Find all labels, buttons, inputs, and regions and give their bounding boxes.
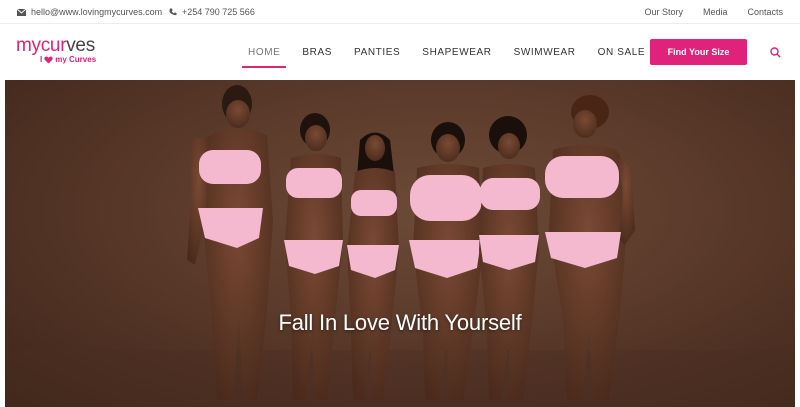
nav-panties[interactable]: PANTIES xyxy=(354,24,400,80)
hero-title: Fall In Love With Yourself xyxy=(278,310,522,335)
logo-part2: ves xyxy=(66,35,95,56)
nav-shapewear[interactable]: SHAPEWEAR xyxy=(422,24,491,80)
top-link-media[interactable]: Media xyxy=(703,7,728,17)
hero-photo xyxy=(5,85,795,407)
site-logo[interactable]: mycurves I my Curves xyxy=(16,36,116,70)
envelope-icon xyxy=(17,8,26,16)
main-header: mycurves I my Curves HOME BRAS PANTIES S… xyxy=(0,24,800,80)
top-bar: hello@www.lovingmycurves.com +254 790 72… xyxy=(0,0,800,24)
top-link-contacts[interactable]: Contacts xyxy=(747,7,783,17)
logo-tagline-right: my Curves xyxy=(55,55,97,64)
nav-swimwear[interactable]: SWIMWEAR xyxy=(514,24,576,80)
email-text: hello@www.lovingmycurves.com xyxy=(31,7,163,17)
nav-bras[interactable]: BRAS xyxy=(302,24,332,80)
logo-tagline-left: I xyxy=(40,55,43,64)
find-your-size-button[interactable]: Find Your Size xyxy=(650,39,747,65)
nav-home[interactable]: HOME xyxy=(241,24,287,80)
search-icon xyxy=(769,46,781,58)
logo-part1: mycur xyxy=(16,35,67,56)
heart-icon xyxy=(44,56,53,64)
phone-contact[interactable]: +254 790 725 566 xyxy=(169,0,255,24)
phone-text: +254 790 725 566 xyxy=(182,7,255,17)
main-nav: HOME BRAS PANTIES SHAPEWEAR SWIMWEAR ON … xyxy=(241,24,667,80)
top-links: Our Story Media Contacts xyxy=(624,0,783,24)
logo-wordmark: mycurves xyxy=(16,36,116,56)
phone-icon xyxy=(169,8,177,16)
hero-banner: Fall In Love With Yourself xyxy=(5,80,795,407)
email-contact[interactable]: hello@www.lovingmycurves.com xyxy=(17,0,162,24)
top-link-our-story[interactable]: Our Story xyxy=(644,7,683,17)
search-button[interactable] xyxy=(768,45,782,59)
logo-tagline: I my Curves xyxy=(40,55,96,64)
nav-on-sale[interactable]: ON SALE xyxy=(598,24,646,80)
